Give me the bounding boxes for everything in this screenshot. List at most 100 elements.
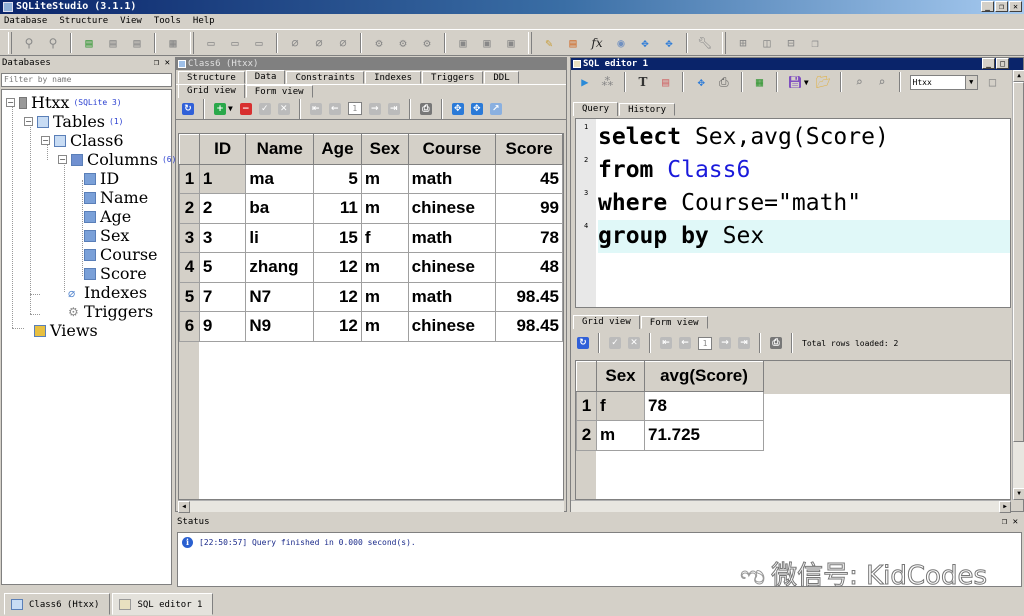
menu-view[interactable]: View [120,14,142,29]
corner-cell[interactable] [179,134,200,165]
tab-ddl[interactable]: DDL [484,71,519,84]
restore-button[interactable]: ❐ [995,1,1008,12]
cell-score[interactable]: 98.45 [495,281,563,312]
table-row[interactable]: 1 f 78 [576,390,764,421]
print-icon[interactable]: ⎙ [716,73,732,91]
menu-tools[interactable]: Tools [154,14,181,29]
scroll-thumb[interactable] [1013,82,1024,442]
sql-editor-titlebar[interactable]: SQL editor 1 _ □ [571,58,1023,70]
menu-structure[interactable]: Structure [59,14,108,29]
edit-view-icon[interactable]: ▣ [478,34,496,52]
page-input[interactable]: 1 [347,102,362,115]
corner-cell[interactable] [576,361,597,392]
vertical-scrollbar[interactable]: ▲ ▼ [1012,70,1024,500]
open-sql-icon[interactable]: 📂︎ [816,73,832,91]
tab-constraints[interactable]: Constraints [286,71,365,84]
page-input[interactable]: 1 [698,336,712,350]
cell-score[interactable]: 99 [495,193,563,224]
table-row[interactable]: 2 2 ba 11 m chinese 99 [179,193,563,224]
edit-database-icon[interactable]: ▤ [104,34,122,52]
column-header[interactable]: Sex [360,134,409,165]
prev-page-icon[interactable]: ← [679,337,691,349]
refresh-schema-icon[interactable]: ▦ [164,34,182,52]
panel-float-close-icons[interactable]: ❐ ✕ [1002,516,1018,529]
next-page-icon[interactable]: → [368,102,381,115]
tree-node-column[interactable]: Name [84,188,148,207]
remove-database-icon[interactable]: ▤ [128,34,146,52]
create-view-icon[interactable]: ▣ [454,34,472,52]
edit-index-icon[interactable]: ⌀ [310,34,328,52]
import-icon[interactable]: ✥ [660,34,678,52]
tab-query[interactable]: Query [573,102,619,116]
cell-score[interactable]: 98.45 [495,311,563,342]
task-class6[interactable]: Class6 (Htxx) [4,593,111,615]
functions-icon[interactable]: fx [588,34,606,52]
refresh-icon[interactable]: ↻ [577,337,589,349]
cell-name[interactable]: ba [245,193,315,224]
tile-vertical-icon[interactable]: ⊟ [782,34,800,52]
tab-history[interactable]: History [619,103,676,116]
table-row[interactable]: 1 1 ma 5 m math 45 [179,163,563,194]
cell-age[interactable]: 12 [313,252,362,283]
cell-sex[interactable]: m [360,163,409,194]
row-number[interactable]: 2 [179,193,200,224]
cell-id[interactable]: 7 [198,281,247,312]
rollback-icon[interactable]: ✕ [277,102,290,115]
cell-course[interactable]: math [407,163,497,194]
tree-node-column[interactable]: ID [84,169,119,188]
commit-icon[interactable]: ✓ [258,102,271,115]
cell-name[interactable]: ma [245,163,315,194]
collapse-icon[interactable]: − [58,155,67,164]
cell-name[interactable]: N9 [245,311,315,342]
row-number[interactable]: 5 [179,281,200,312]
create-table-icon[interactable]: ▭ [202,34,220,52]
clear-history-icon[interactable]: ▤ [658,73,674,91]
collapse-icon[interactable]: − [41,136,50,145]
tree-node-columns[interactable]: − Columns (6) [58,150,176,169]
format-sql-icon[interactable]: T [635,73,651,91]
tree-node-column[interactable]: Sex [84,226,129,245]
find-icon[interactable]: ⌕ [851,73,867,91]
delete-table-icon[interactable]: ▭ [250,34,268,52]
edit-trigger-icon[interactable]: ⚙ [394,34,412,52]
database-select[interactable]: Htxx ▼ [909,74,978,90]
explain-query-icon[interactable]: ⁂ [600,73,616,91]
cell-sex[interactable]: f [596,390,645,421]
cell-name[interactable]: N7 [245,281,315,312]
panel-float-close-icons[interactable]: ❐ ✕ [154,57,170,69]
insert-row-icon[interactable]: + [214,102,226,115]
collapse-icon[interactable]: − [6,98,15,107]
tree-node-views[interactable]: Views [34,321,98,340]
cell-age[interactable]: 12 [313,311,362,342]
row-number[interactable]: 3 [179,222,200,253]
tree-node-indexes[interactable]: ⌀ Indexes [68,283,147,302]
first-page-icon[interactable]: ⇤ [660,337,672,349]
last-page-icon[interactable]: ⇥ [738,337,750,349]
cell-name[interactable]: li [245,222,315,253]
scroll-left-icon[interactable]: ◀ [178,501,190,513]
cell-course[interactable]: chinese [407,252,497,283]
layout-tabs-icon[interactable]: □ [985,73,1001,91]
delete-index-icon[interactable]: ⌀ [334,34,352,52]
create-trigger-icon[interactable]: ⚙ [370,34,388,52]
cell-score[interactable]: 48 [495,252,563,283]
collations-icon[interactable]: ◉ [612,34,630,52]
prev-page-icon[interactable]: ← [328,102,341,115]
tile-horizontal-icon[interactable]: ◫ [758,34,776,52]
toolbar-grip[interactable] [8,31,12,54]
cell-id[interactable]: 5 [198,252,247,283]
execute-query-icon[interactable]: ▶ [577,73,593,91]
cell-course[interactable]: chinese [407,311,497,342]
last-page-icon[interactable]: ⇥ [387,102,400,115]
cell-id[interactable]: 1 [198,163,247,194]
column-header[interactable]: Score [495,134,563,165]
scroll-right-icon[interactable]: ▶ [999,501,1011,513]
print-icon[interactable]: ⎙ [419,102,432,115]
tree-node-tables[interactable]: − Tables (1) [24,112,123,131]
cell-avg-score[interactable]: 78 [644,390,764,421]
cell-age[interactable]: 5 [313,163,362,194]
column-header[interactable]: ID [198,134,247,165]
tab-grid-view[interactable]: Grid view [178,84,245,98]
add-database-icon[interactable]: ▤ [80,34,98,52]
scroll-up-icon[interactable]: ▲ [1013,70,1024,82]
